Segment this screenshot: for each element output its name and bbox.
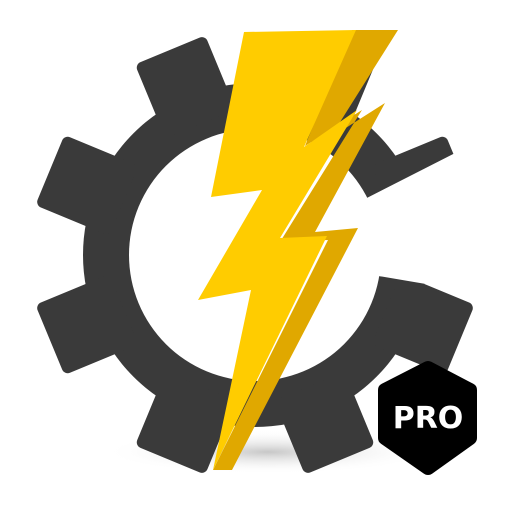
app-icon: PRO [0,0,512,512]
pro-badge-label: PRO [393,401,464,436]
pro-badge: PRO [378,361,477,475]
